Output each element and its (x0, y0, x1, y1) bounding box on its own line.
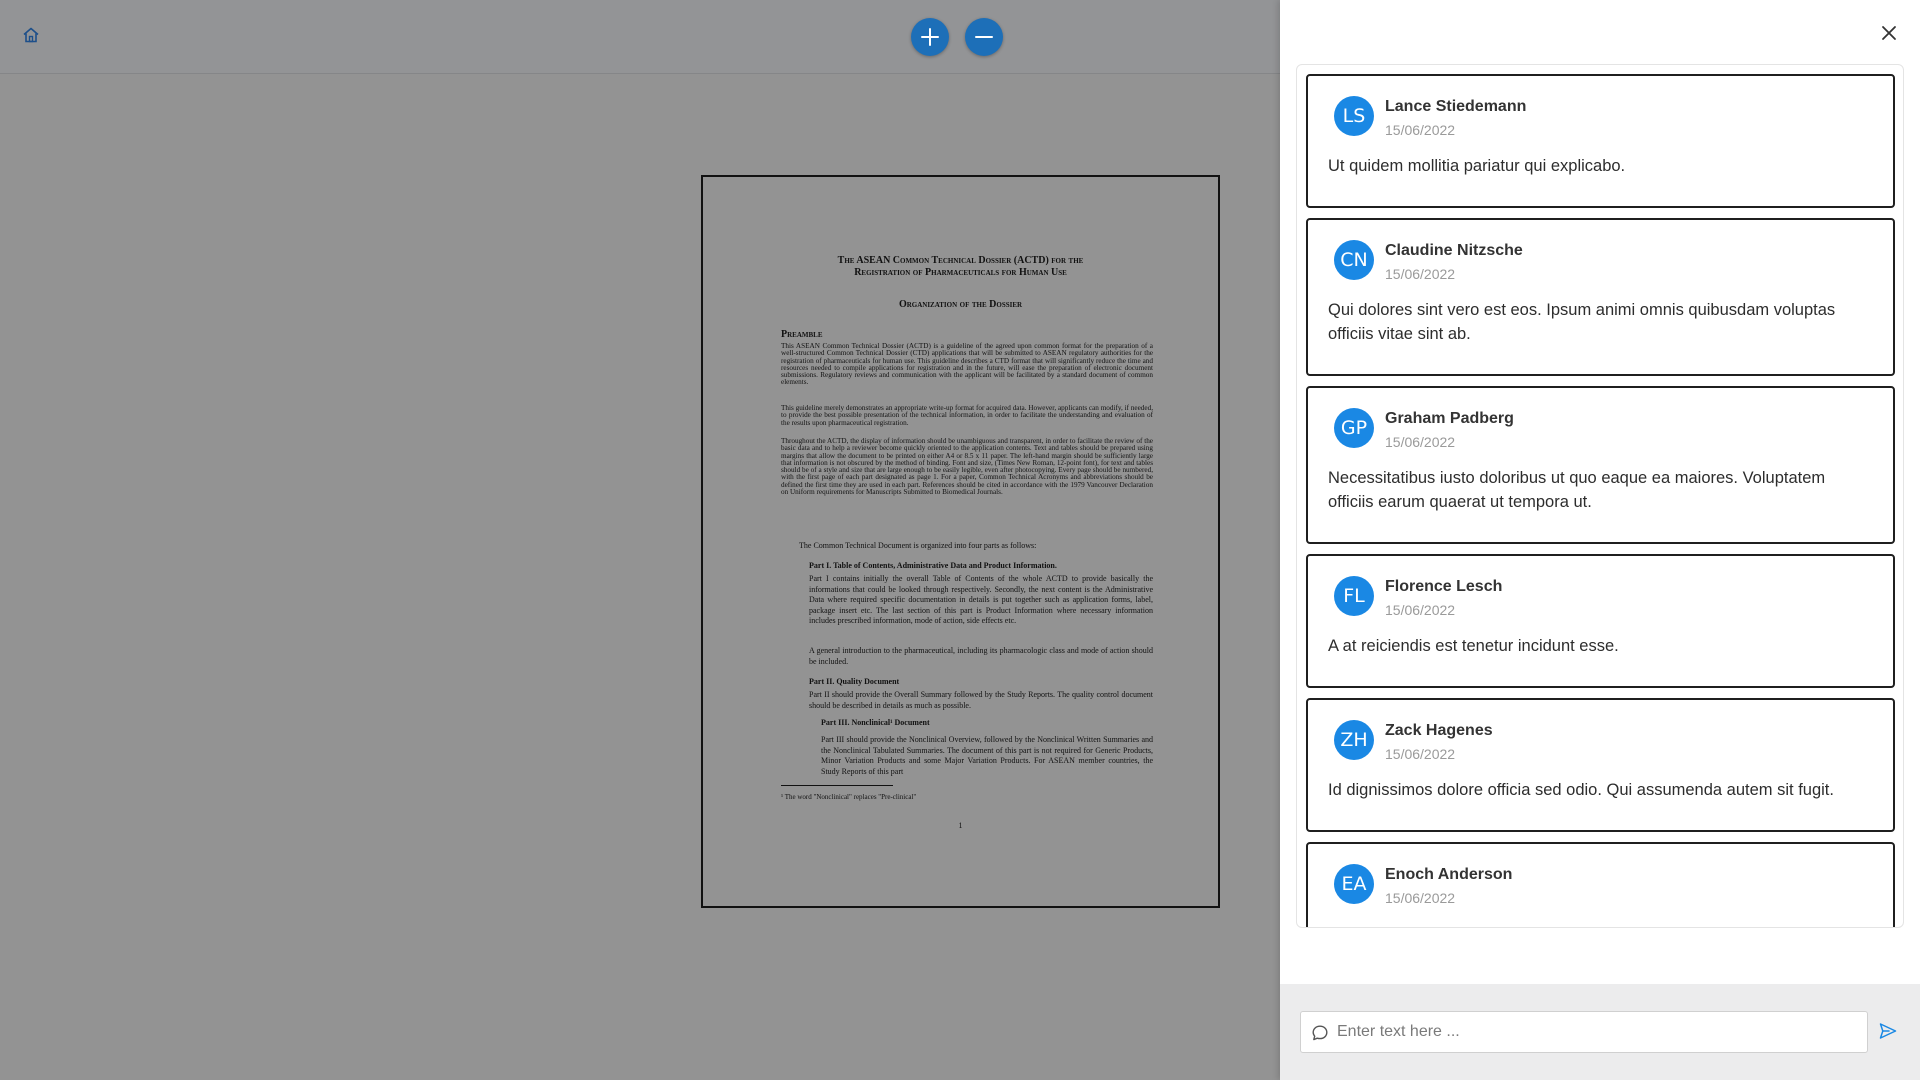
comment-card: FL Florence Lesch 15/06/2022 A at reicie… (1306, 554, 1895, 688)
part2-heading: Part II. Quality Document (809, 677, 900, 686)
comment-card: EA Enoch Anderson 15/06/2022 (1306, 842, 1895, 927)
part2-body: Part II should provide the Overall Summa… (809, 690, 1153, 710)
avatar: FL (1334, 576, 1374, 616)
document-subtitle: Organization of the Dossier (898, 299, 1023, 310)
avatar: EA (1334, 864, 1374, 904)
preamble-heading: Preamble (781, 329, 823, 340)
zoom-in-button[interactable] (911, 18, 949, 56)
avatar: CN (1334, 240, 1374, 280)
footnote-divider (781, 785, 893, 786)
chat-bubble-icon (1312, 1025, 1328, 1041)
comment-list-scroll[interactable]: LS Lance Stiedemann 15/06/2022 Ut quidem… (1296, 64, 1904, 928)
comment-date: 15/06/2022 (1385, 122, 1456, 138)
preamble-paragraph-3: Throughout the ACTD, the display of info… (781, 437, 1153, 497)
comment-text: Ut quidem mollitia pariatur qui explicab… (1328, 157, 1626, 175)
comment-date: 15/06/2022 (1385, 746, 1456, 762)
comment-card: CN Claudine Nitzsche 15/06/2022 Qui dolo… (1306, 218, 1895, 376)
comment-author: Graham Padberg (1385, 410, 1514, 427)
comment-card: ZH Zack Hagenes 15/06/2022 Id dignissimo… (1306, 698, 1895, 832)
document-viewer[interactable]: The ASEAN Common Technical Dossier (ACTD… (0, 75, 1280, 1080)
comment-date: 15/06/2022 (1385, 602, 1456, 618)
comment-date: 15/06/2022 (1385, 266, 1456, 282)
comment-card: GP Graham Padberg 15/06/2022 Necessitati… (1306, 386, 1895, 544)
comment-date: 15/06/2022 (1385, 890, 1456, 906)
structure-intro: The Common Technical Document is organiz… (799, 541, 1037, 550)
viewer-toolbar (0, 0, 1280, 74)
avatar: ZH (1334, 720, 1374, 760)
preamble-paragraph-2: This guideline merely demonstrates an ap… (781, 404, 1153, 427)
document-title: The ASEAN Common Technical Dossier (ACTD… (703, 255, 1218, 279)
avatar: GP (1334, 408, 1374, 448)
page-number: 1 (958, 821, 963, 830)
comment-author: Zack Hagenes (1385, 722, 1493, 739)
comments-panel: LS Lance Stiedemann 15/06/2022 Ut quidem… (1280, 0, 1920, 1080)
plus-icon (921, 28, 939, 46)
comment-author: Claudine Nitzsche (1385, 242, 1523, 259)
zoom-out-button[interactable] (965, 18, 1003, 56)
comment-card: LS Lance Stiedemann 15/06/2022 Ut quidem… (1306, 74, 1895, 208)
document-title-line1: The ASEAN Common Technical Dossier (ACTD… (837, 255, 1084, 266)
minus-icon (975, 36, 993, 38)
part1-body-2: A general introduction to the pharmaceut… (809, 646, 1153, 666)
comment-author: Florence Lesch (1385, 578, 1503, 595)
part1-heading: Part I. Table of Contents, Administrativ… (809, 561, 1057, 570)
comment-author: Lance Stiedemann (1385, 98, 1527, 115)
document-title-line2: Registration of Pharmaceuticals for Huma… (854, 267, 1067, 278)
comment-input[interactable] (1337, 1012, 1862, 1052)
close-icon[interactable] (1878, 22, 1900, 44)
preamble-paragraph-1: This ASEAN Common Technical Dossier (ACT… (781, 342, 1153, 387)
send-icon[interactable] (1878, 1021, 1900, 1043)
footnote: ¹ The word "Nonclinical" replaces "Pre-c… (781, 793, 917, 801)
comment-text: Necessitatibus iusto doloribus ut quo ea… (1328, 469, 1826, 511)
part1-body: Part I contains initially the overall Ta… (809, 574, 1153, 625)
comment-text: A at reiciendis est tenetur incidunt ess… (1328, 637, 1619, 655)
comment-composer (1280, 984, 1920, 1080)
home-icon[interactable] (22, 26, 46, 48)
avatar: LS (1334, 96, 1374, 136)
comment-author: Enoch Anderson (1385, 866, 1513, 883)
document-page: The ASEAN Common Technical Dossier (ACTD… (701, 175, 1220, 908)
comment-text: Qui dolores sint vero est eos. Ipsum ani… (1328, 301, 1836, 343)
part3-body: Part III should provide the Nonclinical … (821, 735, 1153, 776)
comment-text: Id dignissimos dolore officia sed odio. … (1328, 781, 1834, 799)
comment-input-wrapper[interactable] (1300, 1011, 1868, 1053)
part3-heading: Part III. Nonclinical¹ Document (821, 718, 930, 727)
comment-date: 15/06/2022 (1385, 434, 1456, 450)
